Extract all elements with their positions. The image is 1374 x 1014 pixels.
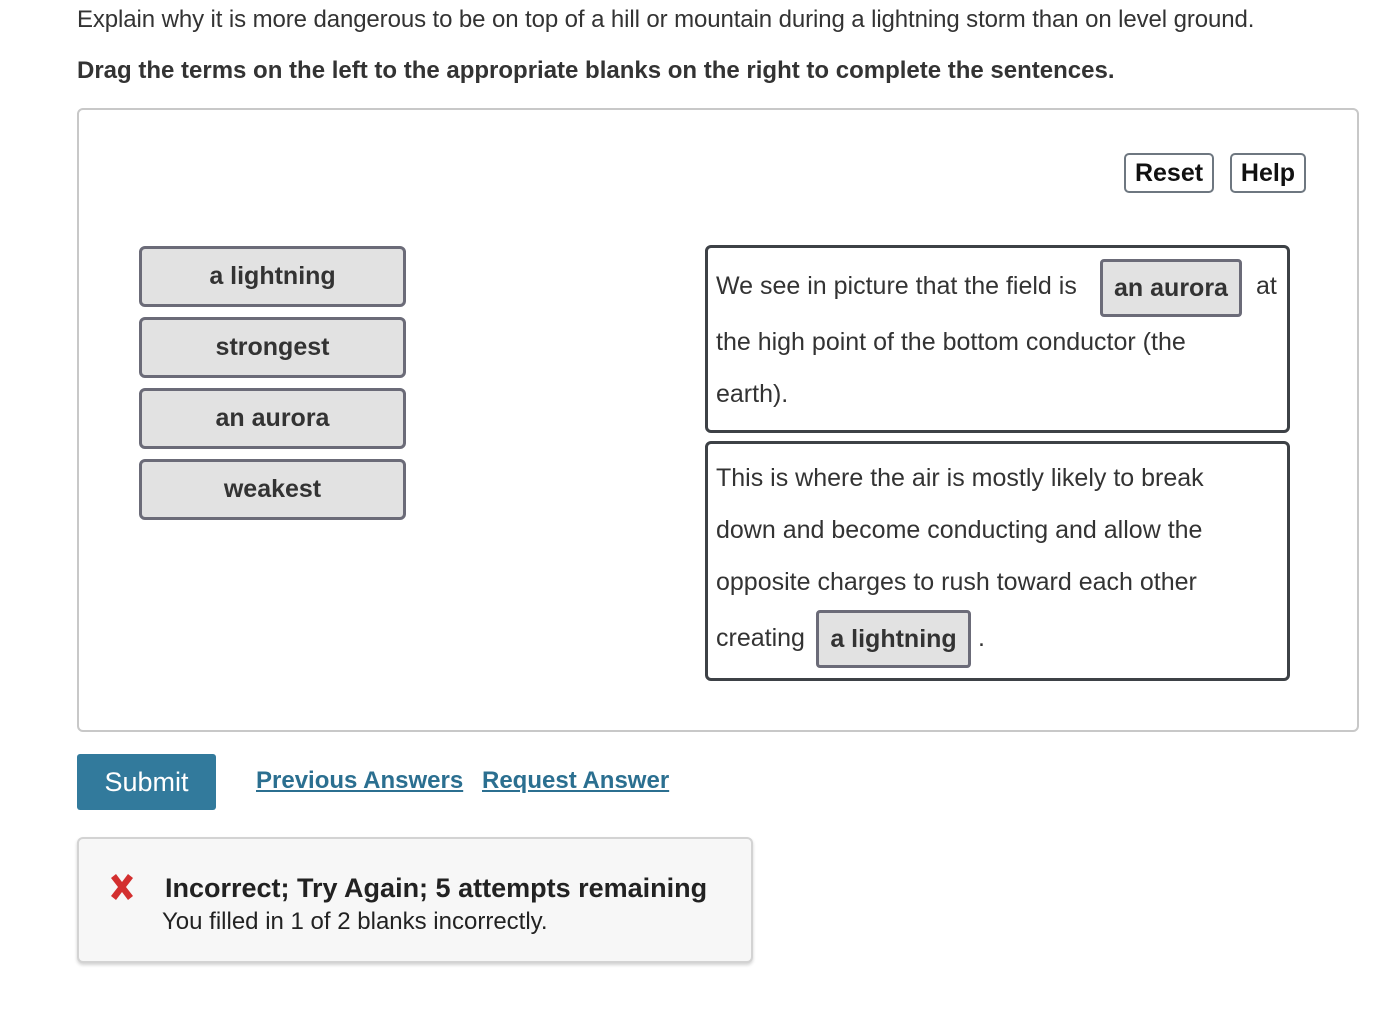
sentence-1-line-3: earth).	[716, 380, 789, 408]
submit-button[interactable]: Submit	[77, 754, 216, 810]
sentence-2-text-before: creating	[716, 624, 805, 652]
blank-1-filled[interactable]: an aurora	[1100, 259, 1242, 317]
sentence-1-text-before: We see in picture that the field is	[716, 272, 1077, 300]
feedback-title: Incorrect; Try Again; 5 attempts remaini…	[165, 873, 708, 903]
sentence-box-2: This is where the air is mostly likely t…	[705, 441, 1290, 681]
sentence-1-text-after: at	[1256, 272, 1277, 300]
question-prompt: Explain why it is more dangerous to be o…	[77, 6, 1255, 33]
sentence-2-line-2: down and become conducting and allow the	[716, 516, 1203, 544]
term-an-aurora[interactable]: an aurora	[139, 388, 406, 449]
x-mark-icon	[111, 874, 133, 900]
term-a-lightning[interactable]: a lightning	[139, 246, 406, 307]
feedback-box: Incorrect; Try Again; 5 attempts remaini…	[77, 837, 753, 963]
sentence-2-line-3: opposite charges to rush toward each oth…	[716, 568, 1197, 596]
sentence-2-line-1: This is where the air is mostly likely t…	[716, 464, 1204, 492]
sentence-2-text-after: .	[978, 624, 985, 652]
request-answer-link[interactable]: Request Answer	[482, 767, 669, 795]
blank-2-filled[interactable]: a lightning	[816, 610, 971, 668]
term-weakest[interactable]: weakest	[139, 459, 406, 520]
sentence-1-line-2: the high point of the bottom conductor (…	[716, 328, 1186, 356]
reset-button[interactable]: Reset	[1124, 153, 1214, 193]
question-instruction: Drag the terms on the left to the approp…	[77, 57, 1115, 84]
term-strongest[interactable]: strongest	[139, 317, 406, 378]
sentence-box-1: We see in picture that the field is an a…	[705, 245, 1290, 433]
help-button[interactable]: Help	[1230, 153, 1306, 193]
previous-answers-link[interactable]: Previous Answers	[256, 767, 463, 795]
feedback-message: You filled in 1 of 2 blanks incorrectly.	[162, 908, 548, 935]
